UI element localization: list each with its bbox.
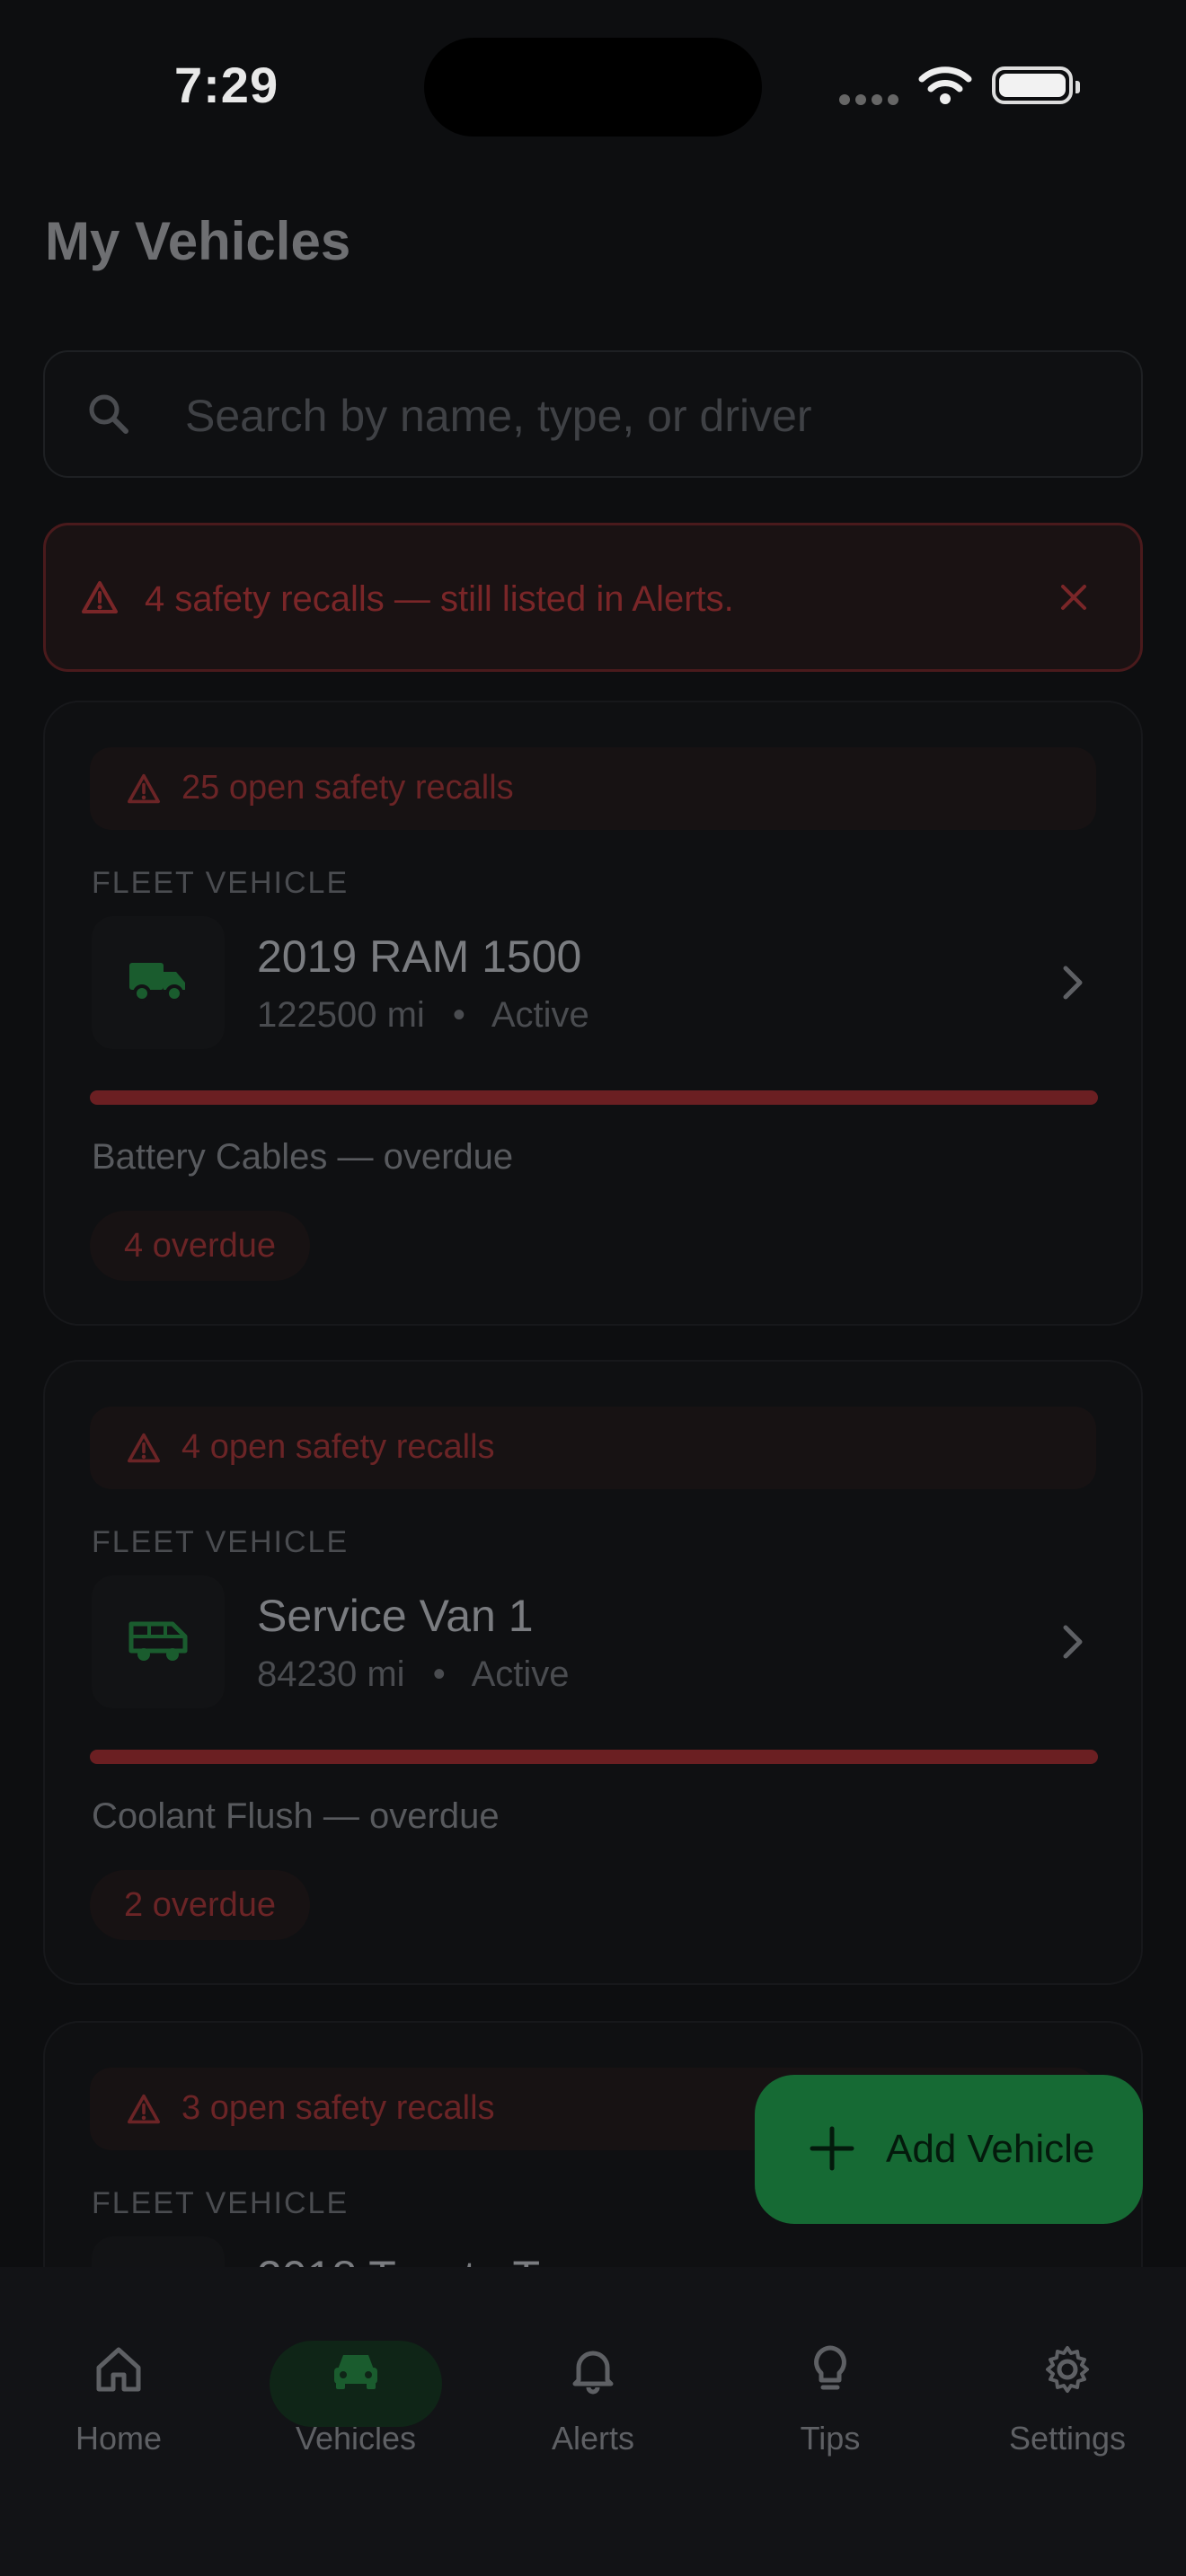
search-icon [89,394,128,434]
vehicle-name: Service Van 1 [257,1591,534,1641]
tab-label: Tips [800,2420,861,2457]
plus-icon [810,2126,854,2171]
add-vehicle-button[interactable]: Add Vehicle [755,2075,1143,2224]
warning-icon [127,2094,160,2124]
tab-settings[interactable]: Settings [949,2303,1186,2457]
recall-banner-text: 4 safety recalls — still listed in Alert… [145,579,734,619]
bell-icon [572,2351,614,2395]
status-time: 7:29 [174,57,279,113]
maintenance-task: Coolant Flush — overdue [92,1796,500,1836]
vehicle-status: Active [491,995,589,1035]
search-placeholder: Search by name, type, or driver [185,391,812,441]
van-icon [128,1621,188,1661]
truck-icon [129,963,185,1002]
maintenance-progress-bar [90,1750,1098,1764]
vehicle-mileage: 84230 mi [257,1654,405,1694]
vehicle-card[interactable]: 4 open safety recalls FLEET VEHICLE Serv… [43,1360,1143,1985]
tab-home[interactable]: Home [0,2303,237,2457]
vehicle-mileage: 122500 mi [257,995,425,1035]
meta-separator: • [452,995,465,1035]
tab-label: Home [75,2420,163,2457]
overdue-badge: 4 overdue [90,1211,311,1281]
maintenance-progress-bar [90,1090,1098,1105]
vehicle-avatar [92,1575,225,1708]
cellular-signal-icon [839,93,904,110]
warning-icon [127,773,160,804]
overdue-badge: 2 overdue [90,1870,311,1940]
recall-count: 3 open safety recalls [181,2089,495,2127]
maintenance-task: Battery Cables — overdue [92,1137,514,1177]
chevron-right-icon[interactable] [1058,1622,1087,1662]
search-input[interactable]: Search by name, type, or driver [43,350,1143,478]
vehicle-name: 2019 RAM 1500 [257,931,582,982]
vehicle-card[interactable]: 25 open safety recalls FLEET VEHICLE 201… [43,701,1143,1326]
tab-tips[interactable]: Tips [712,2303,949,2457]
page-title: My Vehicles [45,211,351,271]
recall-count: 4 open safety recalls [181,1428,495,1466]
battery-icon [992,66,1080,104]
vehicle-meta: 122500 mi • Active [257,995,589,1036]
wifi-icon [918,66,972,104]
vehicle-avatar [92,916,225,1049]
vehicle-status: Active [471,1654,570,1694]
bottom-tab-bar: Home Vehicles Alerts Tips Settings [0,2267,1186,2576]
tab-label: Alerts [551,2420,635,2457]
warning-icon [127,1433,160,1463]
tab-label: Settings [1008,2420,1127,2457]
vehicle-kind: FLEET VEHICLE [92,866,350,900]
meta-separator: • [432,1654,446,1694]
tab-alerts[interactable]: Alerts [474,2303,712,2457]
recall-badge: 4 open safety recalls [90,1407,1096,1489]
dynamic-island [424,38,762,137]
gear-icon [1046,2346,1089,2393]
home-icon [96,2347,141,2392]
recall-count: 25 open safety recalls [181,769,514,807]
close-icon[interactable] [1058,581,1090,613]
add-vehicle-label: Add Vehicle [886,2127,1095,2171]
lightbulb-icon [814,2345,846,2390]
recall-badge: 25 open safety recalls [90,747,1096,830]
vehicle-kind: FLEET VEHICLE [92,2186,350,2220]
chevron-right-icon[interactable] [1058,963,1087,1002]
tab-vehicles[interactable]: Vehicles [237,2303,474,2457]
warning-icon [82,581,118,613]
vehicle-kind: FLEET VEHICLE [92,1525,350,1559]
car-icon [334,2355,377,2389]
vehicle-meta: 84230 mi • Active [257,1654,570,1695]
recall-banner: 4 safety recalls — still listed in Alert… [43,523,1143,672]
